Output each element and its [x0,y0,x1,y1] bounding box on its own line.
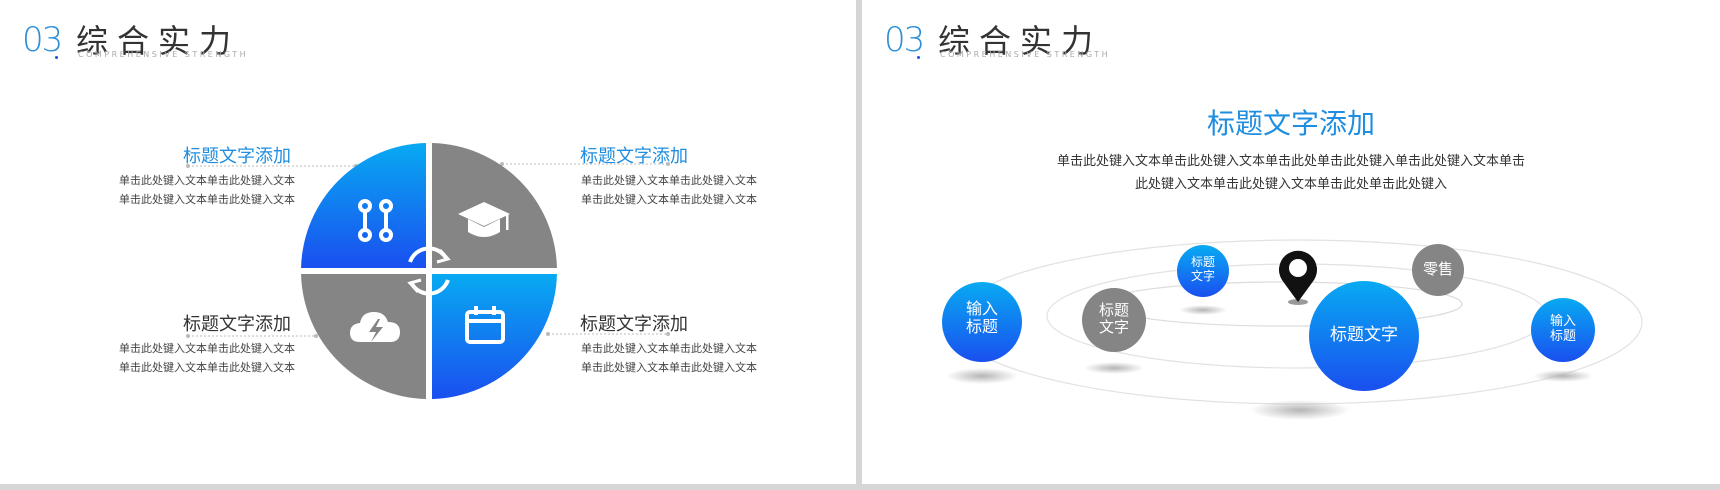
quadrant-title-bottom-right: 标题文字添加 [580,314,688,335]
bubble-title-text-small-label: 标题 文字 [1190,255,1215,283]
orbit-diagram [942,239,1643,420]
quadrant-text-bottom-left-1: 单击此处键入文本单击此处键入文本 [119,342,295,355]
quadrant-title-top-right: 标题文字添加 [580,146,688,167]
refresh-icon [407,246,451,296]
quadrant-top-left [301,143,426,268]
quadrant-text-top-right-1: 单击此处键入文本单击此处键入文本 [581,174,757,187]
quadrant-diagram [186,143,670,399]
quadrant-text-bottom-right-1: 单击此处键入文本单击此处键入文本 [581,342,757,355]
slide-right: 03 综合实力 COMPREHENSIVE STRENGTH 标题文字添加 单击… [862,0,1720,484]
map-pin-icon [1279,250,1317,305]
quadrant-text-top-right-2: 单击此处键入文本单击此处键入文本 [581,193,757,206]
quadrant-bottom-right [432,274,557,399]
quadrant-title-bottom-left: 标题文字添加 [183,314,291,335]
bubble-title-text-big-label: 标题文字 [1330,325,1398,345]
bubble-input-title-right-label: 输入 标题 [1549,314,1576,344]
slide-left: 03 综合实力 COMPREHENSIVE STRENGTH 标题文字添加 单击… [0,0,856,484]
bubble-input-title-label: 输入 标题 [965,299,998,337]
quadrant-top-right [432,143,557,268]
quadrant-text-bottom-left-2: 单击此处键入文本单击此处键入文本 [119,361,295,374]
bubble-title-text-gray-label: 标题 文字 [1098,301,1129,337]
bubble-retail-label: 零售 [1422,260,1453,278]
quadrant-text-bottom-right-2: 单击此处键入文本单击此处键入文本 [581,361,757,374]
quadrant-text-top-left-1: 单击此处键入文本单击此处键入文本 [119,174,295,187]
quadrant-text-top-left-2: 单击此处键入文本单击此处键入文本 [119,193,295,206]
quadrant-title-top-left: 标题文字添加 [183,146,291,167]
